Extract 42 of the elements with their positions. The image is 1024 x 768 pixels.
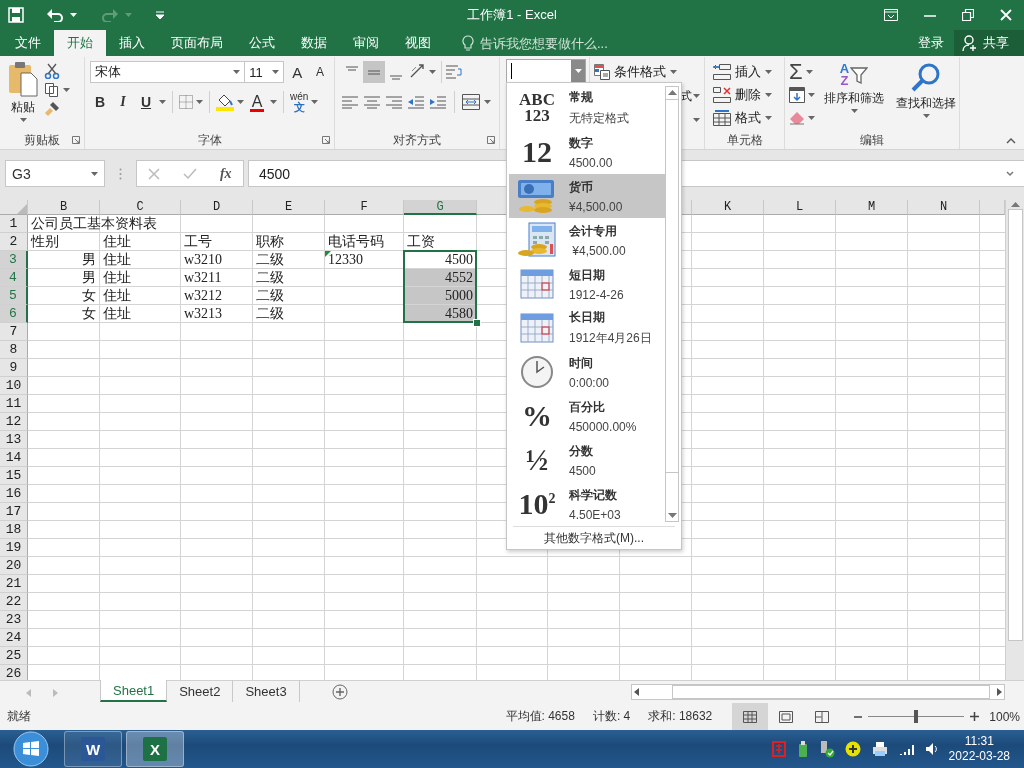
table-cell-text: 12330 xyxy=(327,251,364,268)
status-statistic: 求和: 18632 xyxy=(648,708,713,725)
table-cell-text: 二级 xyxy=(255,305,285,322)
table-cell-text: w3211 xyxy=(183,269,223,286)
group-label: 剪贴板 xyxy=(24,131,60,149)
table-cell-text: 二级 xyxy=(255,287,285,304)
table-cell-text: 二级 xyxy=(255,269,285,286)
format-glyph: 10$^{2}$ xyxy=(518,489,556,519)
table-cell-text: 工号 xyxy=(183,233,213,250)
table-cell-text: 二级 xyxy=(255,251,285,268)
table-cell-text: 女 xyxy=(81,305,97,322)
table-cell-text: 女 xyxy=(81,287,97,304)
table-cell-text: 住址 xyxy=(102,251,132,268)
table-cell-text: 住址 xyxy=(102,233,132,250)
group-label: 编辑 xyxy=(860,131,884,149)
table-cell-text: 男 xyxy=(81,269,97,286)
format-glyph: % xyxy=(522,401,552,431)
table-cell-text: w3212 xyxy=(183,287,224,304)
format-glyph: 12 xyxy=(522,137,552,167)
status-text: 就绪 xyxy=(7,708,31,725)
table-cell-text: 住址 xyxy=(102,287,132,304)
status-statistic: 计数: 4 xyxy=(592,708,631,725)
table-cell-text: 住址 xyxy=(102,305,132,322)
table-cell: 4552 xyxy=(404,269,476,286)
group-label: 对齐方式 xyxy=(393,131,441,149)
group-label: 字体 xyxy=(197,131,222,149)
table-cell-text: 职称 xyxy=(255,233,285,250)
table-cell-text: 4500 xyxy=(444,251,474,268)
group-label: 单元格 xyxy=(726,131,763,149)
table-cell-text: 电话号码 xyxy=(327,233,385,250)
table-cell-text: 男 xyxy=(81,251,97,268)
table-cell-text: w3210 xyxy=(183,251,224,268)
format-glyph: ABC 123 xyxy=(518,91,556,125)
table-cell-text: 公司员工基本资料表 xyxy=(30,215,158,232)
table-cell-text: 住址 xyxy=(102,269,132,286)
status-statistic: 平均值: 4658 xyxy=(505,708,575,725)
table-cell: 5000 xyxy=(404,287,476,304)
table-cell-text: 性别 xyxy=(29,233,60,250)
table-cell-text: w3213 xyxy=(183,305,224,322)
table-cell-text: 工资 xyxy=(406,233,436,250)
format-glyph: ½ xyxy=(525,445,549,475)
window-title: 工作簿1 - Excel xyxy=(467,6,557,24)
